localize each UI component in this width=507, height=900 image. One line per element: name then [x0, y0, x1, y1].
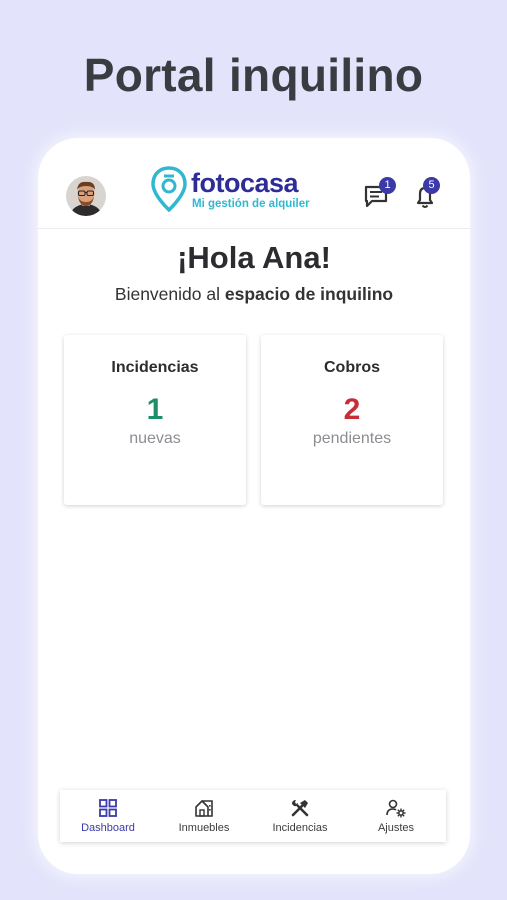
card-value: 2: [343, 393, 361, 426]
notifications-badge: 5: [423, 177, 440, 194]
welcome-space: espacio de inquilino: [224, 284, 394, 304]
card-subtitle: nuevas: [129, 430, 181, 447]
bottom-nav: Dashboard Inmuebles Incidencias Ajustes: [60, 790, 446, 842]
avatar[interactable]: [66, 176, 106, 216]
user-settings-icon: [386, 799, 406, 818]
nav-item-dashboard[interactable]: Dashboard: [60, 790, 156, 842]
greeting: ¡Hola Ana!: [177, 240, 331, 275]
cobros-card[interactable]: Cobros 2 pendientes: [261, 335, 443, 505]
welcome-prefix: Bienvenido al: [114, 284, 225, 304]
house-icon: [195, 800, 213, 817]
brand-tagline: Mi gestión de alquiler: [192, 198, 310, 210]
card-value: 1: [146, 393, 164, 426]
brand-name: fotocasa: [191, 168, 299, 198]
card-subtitle: pendientes: [312, 430, 392, 447]
nav-label-ajustes: Ajustes: [377, 822, 415, 834]
location-pin-icon: [151, 166, 187, 212]
nav-label-inmuebles: Inmuebles: [178, 822, 230, 834]
nav-label-incidencias: Incidencias: [272, 822, 328, 834]
promo-title: Portal inquilino: [83, 49, 424, 101]
nav-item-incidencias[interactable]: Incidencias: [252, 790, 348, 842]
fotocasa-logo: fotocasa Mi gestión de alquiler: [150, 164, 320, 214]
nav-item-ajustes[interactable]: Ajustes: [348, 790, 444, 842]
welcome-text: Bienvenido al espacio de inquilino: [38, 284, 470, 305]
nav-label-dashboard: Dashboard: [81, 822, 135, 834]
tools-icon: [291, 800, 309, 817]
messages-badge: 1: [379, 177, 396, 194]
app-header: fotocasa Mi gestión de alquiler 1 5: [38, 138, 470, 229]
card-title: Cobros: [324, 359, 380, 376]
phone-frame: fotocasa Mi gestión de alquiler 1 5 ¡Hol…: [38, 138, 470, 874]
card-title: Incidencias: [111, 359, 199, 376]
incidencias-card[interactable]: Incidencias 1 nuevas: [64, 335, 246, 505]
dashboard-icon: [99, 799, 117, 817]
nav-item-inmuebles[interactable]: Inmuebles: [156, 790, 252, 842]
